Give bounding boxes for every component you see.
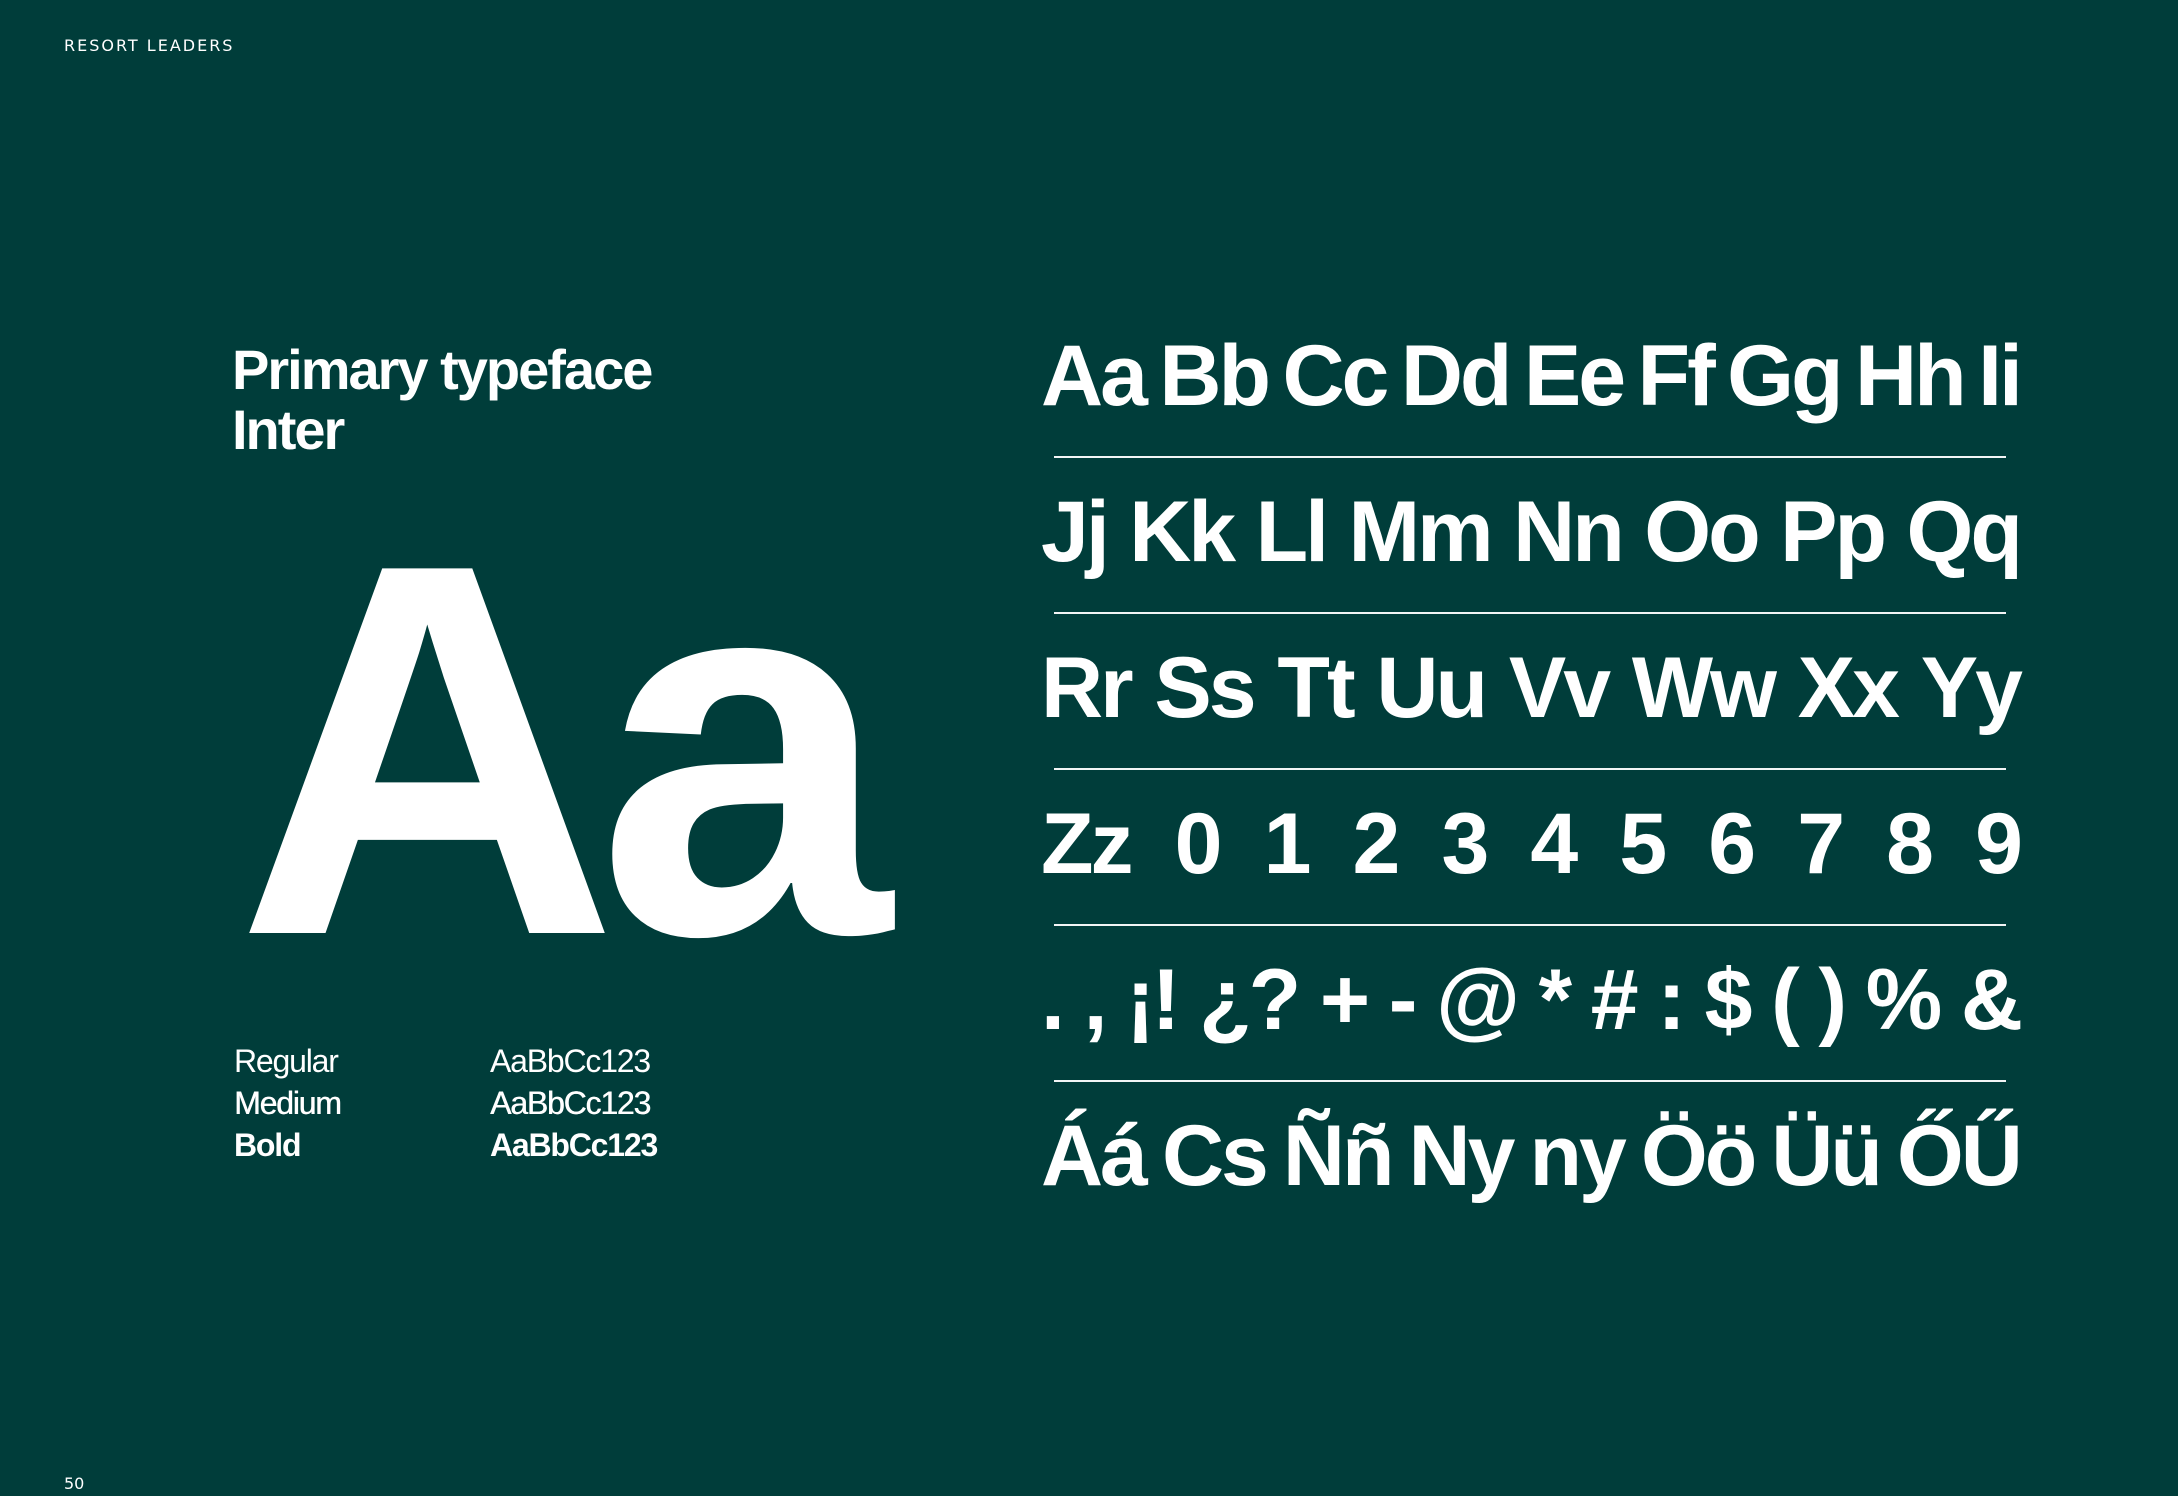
glyph-pair: Mm (1348, 483, 1494, 580)
glyph-pair: Ny (1408, 1107, 1516, 1204)
charset-row: Zz 0 1 2 3 4 5 6 7 8 9 (1041, 790, 2023, 898)
glyph-pair: Hh (1855, 327, 1967, 424)
weight-row-bold: Bold AaBbCc123 (234, 1124, 658, 1166)
glyph-pair: Vv (1508, 639, 1611, 736)
glyph-pair: 0 (1174, 795, 1223, 892)
glyph-pair: Kk (1129, 483, 1236, 580)
glyph-pair: Ll (1255, 483, 1329, 580)
glyph-pair: 4 (1530, 795, 1578, 892)
typeface-title: Primary typeface Inter (232, 338, 653, 461)
glyph-pair: . (1041, 951, 1065, 1048)
glyph-pair: Ii (1978, 327, 2023, 424)
charset-divider (1054, 612, 2006, 614)
title-line-primary: Primary typeface (232, 338, 653, 401)
glyph-pair: 1 (1263, 795, 1312, 892)
glyph-pair: Üü (1771, 1107, 1883, 1204)
glyph-pair: 2 (1352, 795, 1401, 892)
glyph-pair: Zz (1041, 795, 1134, 892)
glyph-pair: Xx (1797, 639, 1900, 736)
glyph-pair: ) (1818, 951, 1847, 1048)
charset-row: Jj Kk Ll Mm Nn Oo Pp Qq (1041, 478, 2023, 586)
weight-sample: AaBbCc123 (490, 1043, 651, 1079)
charset-divider (1054, 456, 2006, 458)
charset-row: Rr Ss Tt Uu Vv Ww Xx Yy (1041, 634, 2023, 742)
glyph-pair: Yy (1920, 639, 2023, 736)
glyph-pair: 3 (1441, 795, 1489, 892)
glyph-pair: 7 (1797, 795, 1845, 892)
brand-label: RESORT LEADERS (64, 36, 235, 55)
weight-row-medium: Medium AaBbCc123 (234, 1082, 657, 1124)
specimen-large-sample: Aa (236, 454, 891, 1046)
weight-row-regular: Regular AaBbCc123 (234, 1040, 657, 1082)
weight-name: Medium (234, 1085, 342, 1121)
glyph-pair: ¡! (1126, 951, 1180, 1048)
glyph-pair: 8 (1886, 795, 1934, 892)
glyph-pair: * (1538, 951, 1573, 1048)
glyph-pair: Ww (1631, 639, 1777, 736)
glyph-pair: Aa (1041, 327, 1148, 424)
glyph-pair: ¿? (1199, 951, 1301, 1048)
glyph-pair: Gg (1727, 327, 1843, 424)
glyph-pair: Ff (1637, 327, 1716, 424)
glyph-pair: Áá (1041, 1107, 1148, 1204)
glyph-pair: Pp (1780, 483, 1887, 580)
glyph-pair: : (1657, 951, 1686, 1048)
glyph-pair: Bb (1159, 327, 1271, 424)
weights-table: Regular AaBbCc123 Medium AaBbCc123 Bold … (234, 1040, 658, 1166)
glyph-pair: , (1083, 951, 1108, 1048)
glyph-pair: + (1319, 951, 1370, 1048)
glyph-pair: Cc (1282, 327, 1389, 424)
title-line-typeface-name: Inter (232, 398, 345, 461)
glyph-pair: Qq (1906, 483, 2022, 580)
charset-divider (1054, 924, 2006, 926)
glyph-pair: Ee (1523, 327, 1626, 424)
glyph-pair: 6 (1708, 795, 1756, 892)
glyph-pair: 9 (1975, 795, 2023, 892)
charset-row: ., ¡! ¿? + - @ * #: $()% & (1041, 946, 2023, 1054)
glyph-pair: ny (1529, 1107, 1626, 1204)
glyph-pair: Ss (1154, 639, 1256, 736)
glyph-pair: % (1865, 951, 1942, 1048)
glyph-pair: Ññ (1282, 1107, 1395, 1204)
glyph-pair: ŐŰ (1896, 1107, 2023, 1204)
weight-name: Regular (234, 1043, 339, 1079)
page-number: 50 (64, 1474, 85, 1493)
glyph-pair: - (1388, 951, 1418, 1048)
glyph-pair: Uu (1376, 639, 1488, 736)
glyph-pair: ( (1771, 951, 1800, 1048)
weight-sample: AaBbCc123 (490, 1085, 651, 1121)
glyph-pair: Oo (1644, 483, 1760, 580)
charset-row: Áá Cs Ññ Ny ny Öö Üü ŐŰ (1041, 1102, 2023, 1210)
charset-row: Aa Bb Cc Dd Ee Ff Gg Hh Ii (1041, 322, 2023, 430)
character-set: Aa Bb Cc Dd Ee Ff Gg Hh Ii Jj Kk Ll Mm Nn Oo Pp Qq Rr Ss Tt… (1040, 322, 2023, 1210)
glyph-pair: Tt (1277, 639, 1355, 736)
weight-sample: AaBbCc123 (490, 1127, 658, 1163)
charset-divider (1054, 1080, 2006, 1082)
glyph-pair: Dd (1400, 327, 1513, 424)
glyph-pair: $ (1704, 951, 1753, 1048)
charset-divider (1054, 768, 2006, 770)
glyph-pair: Nn (1513, 483, 1625, 580)
glyph-pair: 5 (1619, 795, 1667, 892)
glyph-pair: Jj (1041, 483, 1110, 580)
glyph-pair: Rr (1041, 639, 1134, 736)
glyph-pair: # (1590, 951, 1639, 1048)
weight-name: Bold (234, 1127, 301, 1163)
glyph-pair: @ (1436, 951, 1520, 1048)
glyph-pair: Cs (1161, 1107, 1269, 1204)
glyph-pair: Öö (1640, 1107, 1757, 1204)
glyph-pair: & (1960, 951, 2023, 1048)
